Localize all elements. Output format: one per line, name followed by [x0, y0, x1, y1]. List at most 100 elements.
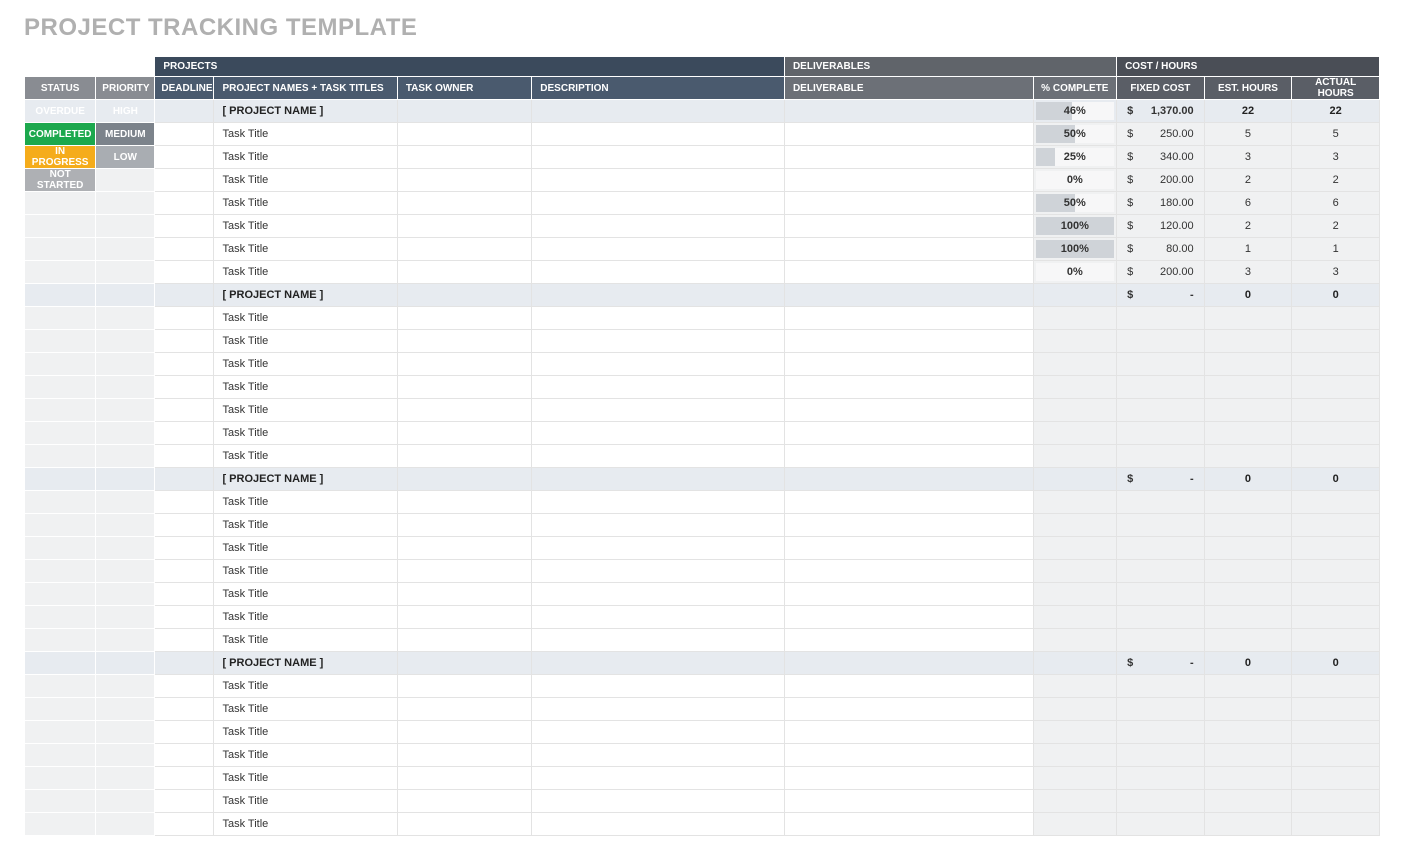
cost-cell[interactable]: 250.00 — [1117, 123, 1205, 146]
act-cell[interactable]: 3 — [1292, 146, 1380, 169]
owner-cell[interactable] — [397, 261, 531, 284]
deadline-cell[interactable] — [155, 284, 214, 307]
owner-cell[interactable] — [397, 330, 531, 353]
pct-cell[interactable] — [1033, 445, 1117, 468]
est-cell[interactable] — [1204, 813, 1292, 836]
est-cell[interactable] — [1204, 790, 1292, 813]
deadline-cell[interactable] — [155, 399, 214, 422]
owner-cell[interactable] — [397, 606, 531, 629]
hdr-status[interactable]: STATUS — [25, 77, 96, 100]
deliv-cell[interactable] — [784, 284, 1033, 307]
task-title[interactable]: Task Title — [214, 353, 397, 376]
act-cell[interactable] — [1292, 537, 1380, 560]
deliv-cell[interactable] — [784, 146, 1033, 169]
desc-cell[interactable] — [532, 353, 785, 376]
cost-cell[interactable] — [1117, 399, 1205, 422]
act-cell[interactable] — [1292, 491, 1380, 514]
act-cell[interactable] — [1292, 422, 1380, 445]
act-cell[interactable] — [1292, 744, 1380, 767]
deliv-cell[interactable] — [784, 353, 1033, 376]
pct-cell[interactable] — [1033, 468, 1117, 491]
pct-cell[interactable] — [1033, 399, 1117, 422]
deadline-cell[interactable] — [155, 192, 214, 215]
act-cell[interactable] — [1292, 767, 1380, 790]
desc-cell[interactable] — [532, 468, 785, 491]
desc-cell[interactable] — [532, 100, 785, 123]
hdr-deliv[interactable]: DELIVERABLE — [784, 77, 1033, 100]
owner-cell[interactable] — [397, 652, 531, 675]
pct-cell[interactable] — [1033, 491, 1117, 514]
deadline-cell[interactable] — [155, 261, 214, 284]
deadline-cell[interactable] — [155, 721, 214, 744]
cost-cell[interactable] — [1117, 606, 1205, 629]
deadline-cell[interactable] — [155, 629, 214, 652]
deadline-cell[interactable] — [155, 353, 214, 376]
est-cell[interactable] — [1204, 353, 1292, 376]
owner-cell[interactable] — [397, 698, 531, 721]
task-title[interactable]: Task Title — [214, 514, 397, 537]
act-cell[interactable]: 5 — [1292, 123, 1380, 146]
deadline-cell[interactable] — [155, 698, 214, 721]
pct-cell[interactable] — [1033, 675, 1117, 698]
deadline-cell[interactable] — [155, 675, 214, 698]
task-title[interactable]: Task Title — [214, 192, 397, 215]
act-cell[interactable] — [1292, 353, 1380, 376]
pct-cell[interactable] — [1033, 652, 1117, 675]
act-cell[interactable] — [1292, 376, 1380, 399]
owner-cell[interactable] — [397, 123, 531, 146]
cost-cell[interactable] — [1117, 537, 1205, 560]
pct-cell[interactable] — [1033, 767, 1117, 790]
deliv-cell[interactable] — [784, 100, 1033, 123]
deliv-cell[interactable] — [784, 169, 1033, 192]
task-title[interactable]: Task Title — [214, 537, 397, 560]
owner-cell[interactable] — [397, 491, 531, 514]
owner-cell[interactable] — [397, 629, 531, 652]
est-cell[interactable] — [1204, 445, 1292, 468]
cost-cell[interactable]: 80.00 — [1117, 238, 1205, 261]
deadline-cell[interactable] — [155, 537, 214, 560]
desc-cell[interactable] — [532, 238, 785, 261]
owner-cell[interactable] — [397, 675, 531, 698]
desc-cell[interactable] — [532, 376, 785, 399]
deliv-cell[interactable] — [784, 790, 1033, 813]
deliv-cell[interactable] — [784, 238, 1033, 261]
desc-cell[interactable] — [532, 790, 785, 813]
owner-cell[interactable] — [397, 146, 531, 169]
desc-cell[interactable] — [532, 606, 785, 629]
cost-cell[interactable] — [1117, 583, 1205, 606]
deliv-cell[interactable] — [784, 123, 1033, 146]
owner-cell[interactable] — [397, 560, 531, 583]
cost-cell[interactable]: 1,370.00 — [1117, 100, 1205, 123]
desc-cell[interactable] — [532, 261, 785, 284]
deadline-cell[interactable] — [155, 767, 214, 790]
cost-cell[interactable] — [1117, 744, 1205, 767]
cost-cell[interactable]: 200.00 — [1117, 261, 1205, 284]
hdr-owner[interactable]: TASK OWNER — [397, 77, 531, 100]
cost-cell[interactable] — [1117, 790, 1205, 813]
est-cell[interactable]: 22 — [1204, 100, 1292, 123]
owner-cell[interactable] — [397, 813, 531, 836]
desc-cell[interactable] — [532, 629, 785, 652]
act-cell[interactable] — [1292, 698, 1380, 721]
owner-cell[interactable] — [397, 399, 531, 422]
owner-cell[interactable] — [397, 284, 531, 307]
deliv-cell[interactable] — [784, 537, 1033, 560]
hdr-deadline[interactable]: DEADLINE — [155, 77, 214, 100]
cost-cell[interactable] — [1117, 353, 1205, 376]
est-cell[interactable]: 3 — [1204, 261, 1292, 284]
owner-cell[interactable] — [397, 376, 531, 399]
deadline-cell[interactable] — [155, 491, 214, 514]
act-cell[interactable] — [1292, 629, 1380, 652]
act-cell[interactable] — [1292, 307, 1380, 330]
desc-cell[interactable] — [532, 813, 785, 836]
est-cell[interactable]: 2 — [1204, 169, 1292, 192]
deliv-cell[interactable] — [784, 261, 1033, 284]
act-cell[interactable]: 6 — [1292, 192, 1380, 215]
task-title[interactable]: Task Title — [214, 330, 397, 353]
desc-cell[interactable] — [532, 491, 785, 514]
desc-cell[interactable] — [532, 560, 785, 583]
deadline-cell[interactable] — [155, 422, 214, 445]
est-cell[interactable] — [1204, 376, 1292, 399]
act-cell[interactable]: 0 — [1292, 468, 1380, 491]
act-cell[interactable]: 22 — [1292, 100, 1380, 123]
